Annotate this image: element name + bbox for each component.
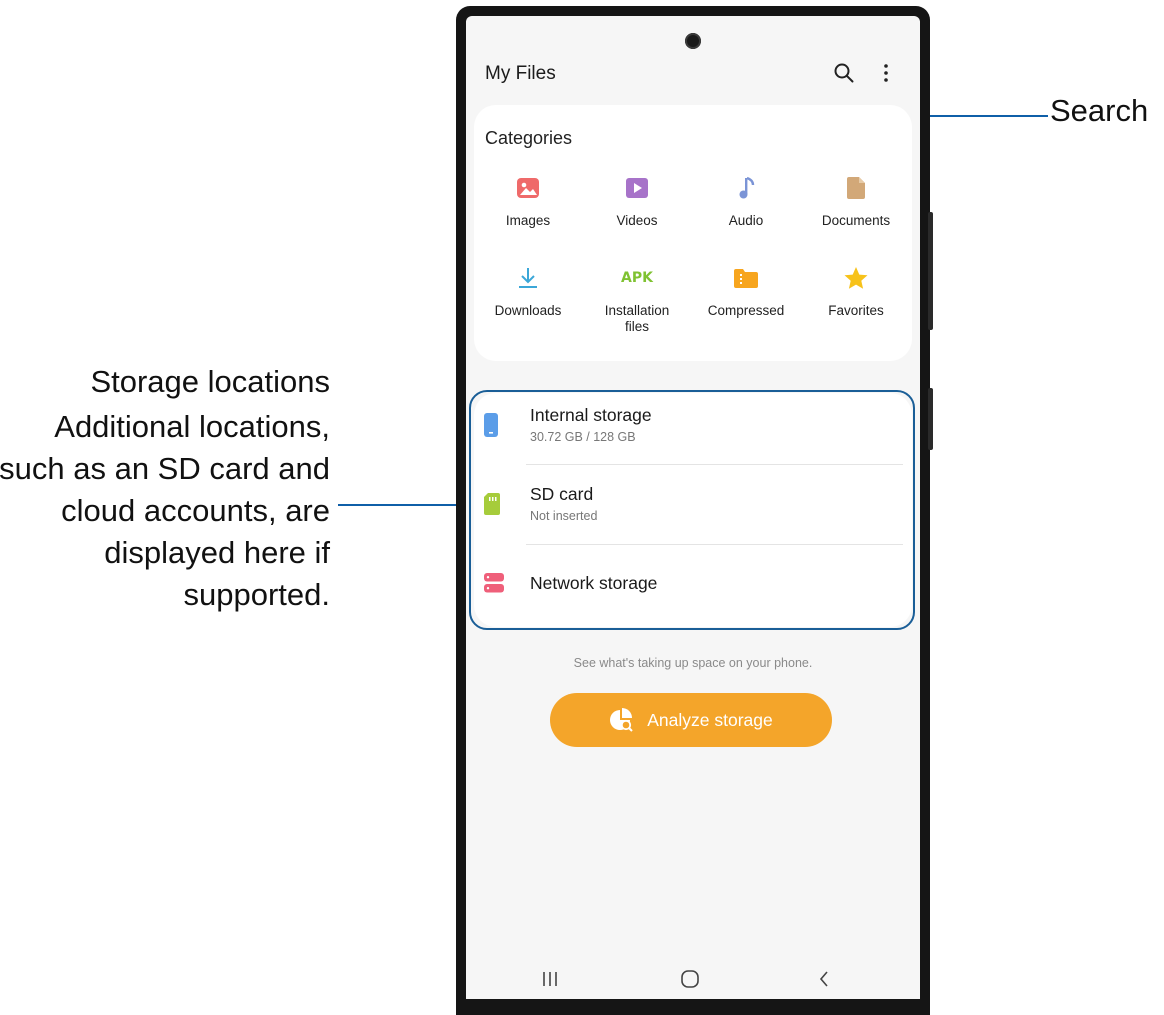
- image-icon: [517, 178, 539, 198]
- categories-heading: Categories: [485, 128, 573, 148]
- category-label: Favorites: [828, 303, 884, 318]
- category-audio[interactable]: Audio: [690, 173, 802, 229]
- analyze-storage-label: Analyze storage: [647, 709, 773, 730]
- category-documents[interactable]: Documents: [800, 173, 912, 229]
- document-icon: [847, 177, 865, 199]
- category-videos[interactable]: Videos: [581, 173, 693, 229]
- search-icon[interactable]: [829, 58, 859, 88]
- recents-icon[interactable]: [520, 956, 580, 1002]
- video-icon: [626, 178, 648, 198]
- storage-callout-line: [338, 504, 468, 506]
- analyze-storage-button[interactable]: Analyze storage: [550, 693, 832, 747]
- category-label: Audio: [728, 213, 764, 228]
- category-images[interactable]: Images: [472, 173, 584, 229]
- category-label: Videos: [616, 213, 658, 228]
- analyze-storage-icon: [610, 708, 633, 732]
- folder-zip-icon: [734, 269, 758, 288]
- category-label: Compressed: [707, 303, 785, 318]
- back-icon[interactable]: [794, 956, 854, 1002]
- apk-icon: APK: [621, 270, 653, 286]
- category-label: Documents: [821, 213, 891, 228]
- storage-locations-highlight: [469, 390, 915, 630]
- category-favorites[interactable]: Favorites: [800, 263, 912, 319]
- phone-bottom-bezel: [466, 999, 920, 1015]
- side-button-upper: [928, 212, 933, 330]
- download-icon: [519, 268, 537, 288]
- more-vertical-icon[interactable]: [871, 58, 901, 88]
- category-label: Installation files: [604, 303, 670, 334]
- star-icon: [844, 267, 868, 289]
- analyze-hint: See what's taking up space on your phone…: [573, 656, 813, 670]
- home-icon[interactable]: [660, 956, 720, 1002]
- storage-locations-callout-title: Storage locations: [90, 364, 330, 399]
- search-callout: Search: [1050, 93, 1149, 128]
- category-compressed[interactable]: Compressed: [690, 263, 802, 319]
- side-button-lower: [928, 388, 933, 450]
- storage-locations-callout-body: Additional locations, such as an SD card…: [0, 409, 330, 612]
- category-label: Images: [505, 213, 551, 228]
- screen: My Files Categories Images Videos Audio …: [466, 16, 920, 1008]
- app-title: My Files: [485, 63, 556, 84]
- front-camera: [685, 33, 701, 49]
- category-label: Downloads: [494, 303, 562, 318]
- category-installation-files[interactable]: APK Installation files: [581, 263, 693, 335]
- music-note-icon: [739, 176, 755, 199]
- category-downloads[interactable]: Downloads: [472, 263, 584, 319]
